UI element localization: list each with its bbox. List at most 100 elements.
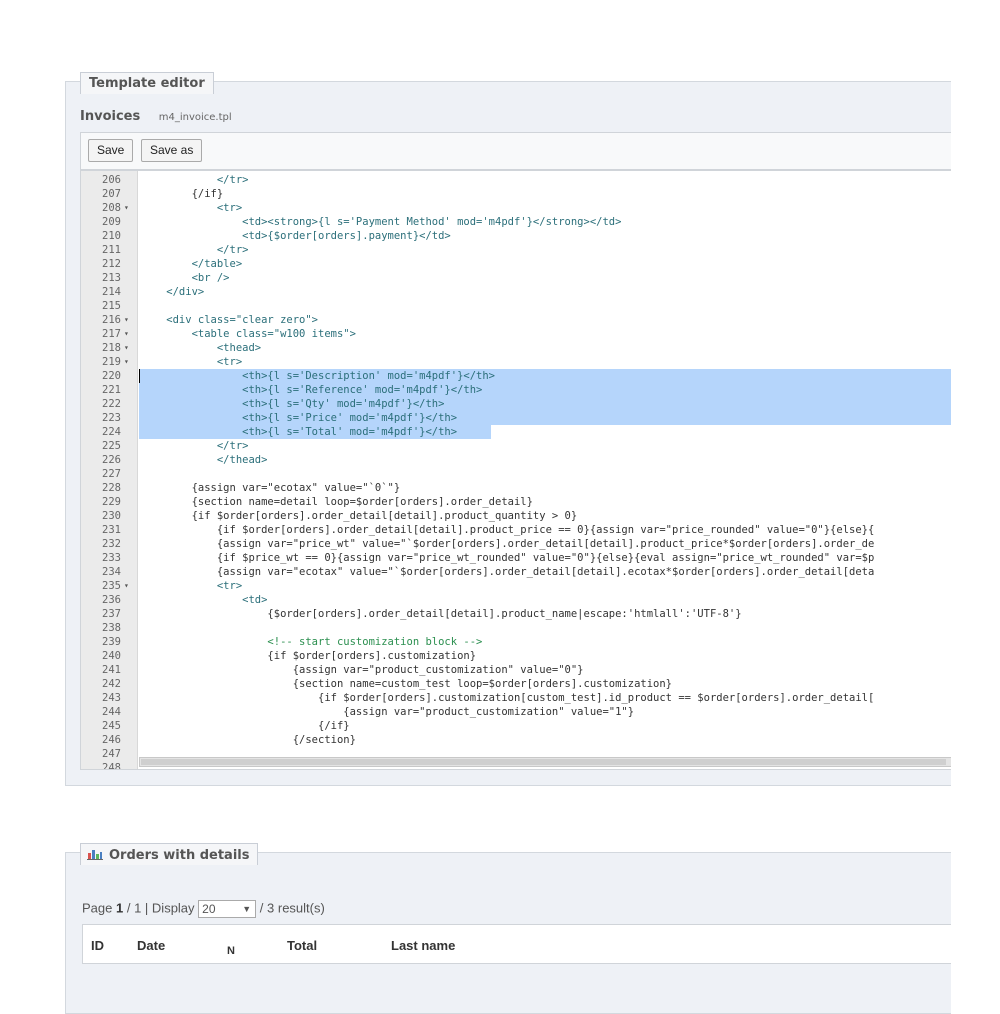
code-line[interactable]: 239 <!-- start customization block --> <box>81 635 951 649</box>
bar-chart-icon <box>87 850 103 860</box>
code-line[interactable]: 230 {if $order[orders].order_detail[deta… <box>81 509 951 523</box>
code-line[interactable]: 236 <td> <box>81 593 951 607</box>
code-line[interactable]: 229 {section name=detail loop=$order[ord… <box>81 495 951 509</box>
line-number: 245 <box>102 720 121 732</box>
line-number: 223 <box>102 412 121 424</box>
column-id[interactable]: ID <box>91 938 104 953</box>
fold-toggle-icon[interactable]: ▾ <box>124 201 134 215</box>
line-code: {if $price_wt == 0}{assign var="price_wt… <box>141 552 875 564</box>
line-code: {assign var="ecotax" value="`0`"} <box>141 482 401 494</box>
code-line[interactable]: 223 <th>{l s='Price' mod='m4pdf'}</th> <box>81 411 951 425</box>
line-code: <br /> <box>141 272 230 284</box>
line-number: 244 <box>102 706 121 718</box>
line-number: 241 <box>102 664 121 676</box>
code-line[interactable]: 235 ▾ <tr> <box>81 579 951 593</box>
save-as-button[interactable]: Save as <box>141 139 203 162</box>
line-number: 233 <box>102 552 121 564</box>
code-editor[interactable]: 206 </tr> 207 {/if} 208 ▾ <tr> 209 <td><stro… <box>80 170 951 770</box>
line-code: <th>{l s='Price' mod='m4pdf'}</th> <box>141 412 458 424</box>
code-line[interactable]: 222 <th>{l s='Qty' mod='m4pdf'}</th> <box>81 397 951 411</box>
code-line[interactable]: 210 <td>{$order[orders].payment}</td> <box>81 229 951 243</box>
crumb-file: m4_invoice.tpl <box>158 112 232 123</box>
code-line[interactable]: 245 {/if} <box>81 719 951 733</box>
fold-toggle-icon[interactable]: ▾ <box>124 355 134 369</box>
fold-toggle-icon[interactable]: ▾ <box>124 327 134 341</box>
line-number: 208 <box>102 202 121 214</box>
code-line[interactable]: 238 <box>81 621 951 635</box>
code-line[interactable]: 206 </tr> <box>81 173 951 187</box>
horizontal-scrollbar[interactable] <box>139 757 951 767</box>
code-line[interactable]: 209 <td><strong>{l s='Payment Method' mo… <box>81 215 951 229</box>
line-number: 213 <box>102 272 121 284</box>
code-line[interactable]: 219 ▾ <tr> <box>81 355 951 369</box>
line-code: </table> <box>141 258 243 270</box>
template-editor-panel: Template editor Invoices m4_invoice.tpl … <box>65 72 951 786</box>
code-line[interactable]: 215 <box>81 299 951 313</box>
code-line[interactable]: 231 {if $order[orders].order_detail[deta… <box>81 523 951 537</box>
line-code: {section name=detail loop=$order[orders]… <box>141 496 533 508</box>
code-line[interactable]: 221 <th>{l s='Reference' mod='m4pdf'}</t… <box>81 383 951 397</box>
line-number: 231 <box>102 524 121 536</box>
line-number: 230 <box>102 510 121 522</box>
code-line[interactable]: 213 <br /> <box>81 271 951 285</box>
line-code: {assign var="ecotax" value="`$order[orde… <box>141 566 875 578</box>
orders-panel: Orders with details Page 1 / 1 | Display… <box>65 843 951 1014</box>
column-total[interactable]: Total <box>287 938 317 953</box>
code-line[interactable]: 246 {/section} <box>81 733 951 747</box>
code-line[interactable]: 233 {if $price_wt == 0}{assign var="pric… <box>81 551 951 565</box>
line-code: </tr> <box>141 440 249 452</box>
fold-toggle-icon[interactable]: ▾ <box>124 341 134 355</box>
scrollbar-thumb[interactable] <box>141 759 946 765</box>
line-number: 242 <box>102 678 121 690</box>
column-n[interactable]: N <box>227 945 235 957</box>
line-code: {$order[orders].order_detail[detail].pro… <box>141 608 742 620</box>
line-code: {assign var="product_customization" valu… <box>141 664 584 676</box>
code-line[interactable]: 234 {assign var="ecotax" value="`$order[… <box>81 565 951 579</box>
code-line[interactable]: 225 </tr> <box>81 439 951 453</box>
code-line[interactable]: 243 {if $order[orders].customization[cus… <box>81 691 951 705</box>
code-line[interactable]: 241 {assign var="product_customization" … <box>81 663 951 677</box>
fold-toggle-icon[interactable]: ▾ <box>124 313 134 327</box>
line-number: 240 <box>102 650 121 662</box>
code-line[interactable]: 232 {assign var="price_wt" value="`$orde… <box>81 537 951 551</box>
code-line[interactable]: 244 {assign var="product_customization" … <box>81 705 951 719</box>
line-number: 209 <box>102 216 121 228</box>
code-line[interactable]: 228 {assign var="ecotax" value="`0`"} <box>81 481 951 495</box>
code-line[interactable]: 224 <th>{l s='Total' mod='m4pdf'}</th> <box>81 425 951 439</box>
code-line[interactable]: 240 {if $order[orders].customization} <box>81 649 951 663</box>
line-number: 228 <box>102 482 121 494</box>
orders-legend: Orders with details <box>80 843 259 865</box>
line-number: 206 <box>102 174 121 186</box>
display-select[interactable]: 20 ▼ <box>198 900 257 918</box>
line-number: 246 <box>102 734 121 746</box>
line-number: 248 <box>102 762 121 770</box>
orders-table-header: ID Date N Total Last name <box>82 924 951 964</box>
code-line[interactable]: 211 </tr> <box>81 243 951 257</box>
code-line[interactable]: 212 </table> <box>81 257 951 271</box>
code-line[interactable]: 237 {$order[orders].order_detail[detail]… <box>81 607 951 621</box>
code-line[interactable]: 217 ▾ <table class="w100 items"> <box>81 327 951 341</box>
code-line[interactable]: 226 </thead> <box>81 453 951 467</box>
line-number: 217 <box>102 328 121 340</box>
code-line[interactable]: 218 ▾ <thead> <box>81 341 951 355</box>
line-code: </tr> <box>141 174 249 186</box>
line-number: 222 <box>102 398 121 410</box>
code-line[interactable]: 220 <th>{l s='Description' mod='m4pdf'}<… <box>81 369 951 383</box>
column-date[interactable]: Date <box>137 938 165 953</box>
column-last-name[interactable]: Last name <box>391 938 455 953</box>
code-line[interactable]: 227 <box>81 467 951 481</box>
code-line[interactable]: 208 ▾ <tr> <box>81 201 951 215</box>
code-line[interactable]: 242 {section name=custom_test loop=$orde… <box>81 677 951 691</box>
code-line[interactable]: 207 {/if} <box>81 187 951 201</box>
line-code: <th>{l s='Qty' mod='m4pdf'}</th> <box>141 398 445 410</box>
orders-legend-label: Orders with details <box>109 848 250 863</box>
code-line[interactable]: 214 </div> <box>81 285 951 299</box>
code-line[interactable]: 216 ▾ <div class="clear zero"> <box>81 313 951 327</box>
text-cursor <box>139 369 140 383</box>
line-number: 247 <box>102 748 121 760</box>
line-code: <tr> <box>141 202 243 214</box>
fold-toggle-icon[interactable]: ▾ <box>124 579 134 593</box>
line-number: 220 <box>102 370 121 382</box>
line-code: <th>{l s='Reference' mod='m4pdf'}</th> <box>141 384 483 396</box>
save-button[interactable]: Save <box>88 139 134 162</box>
